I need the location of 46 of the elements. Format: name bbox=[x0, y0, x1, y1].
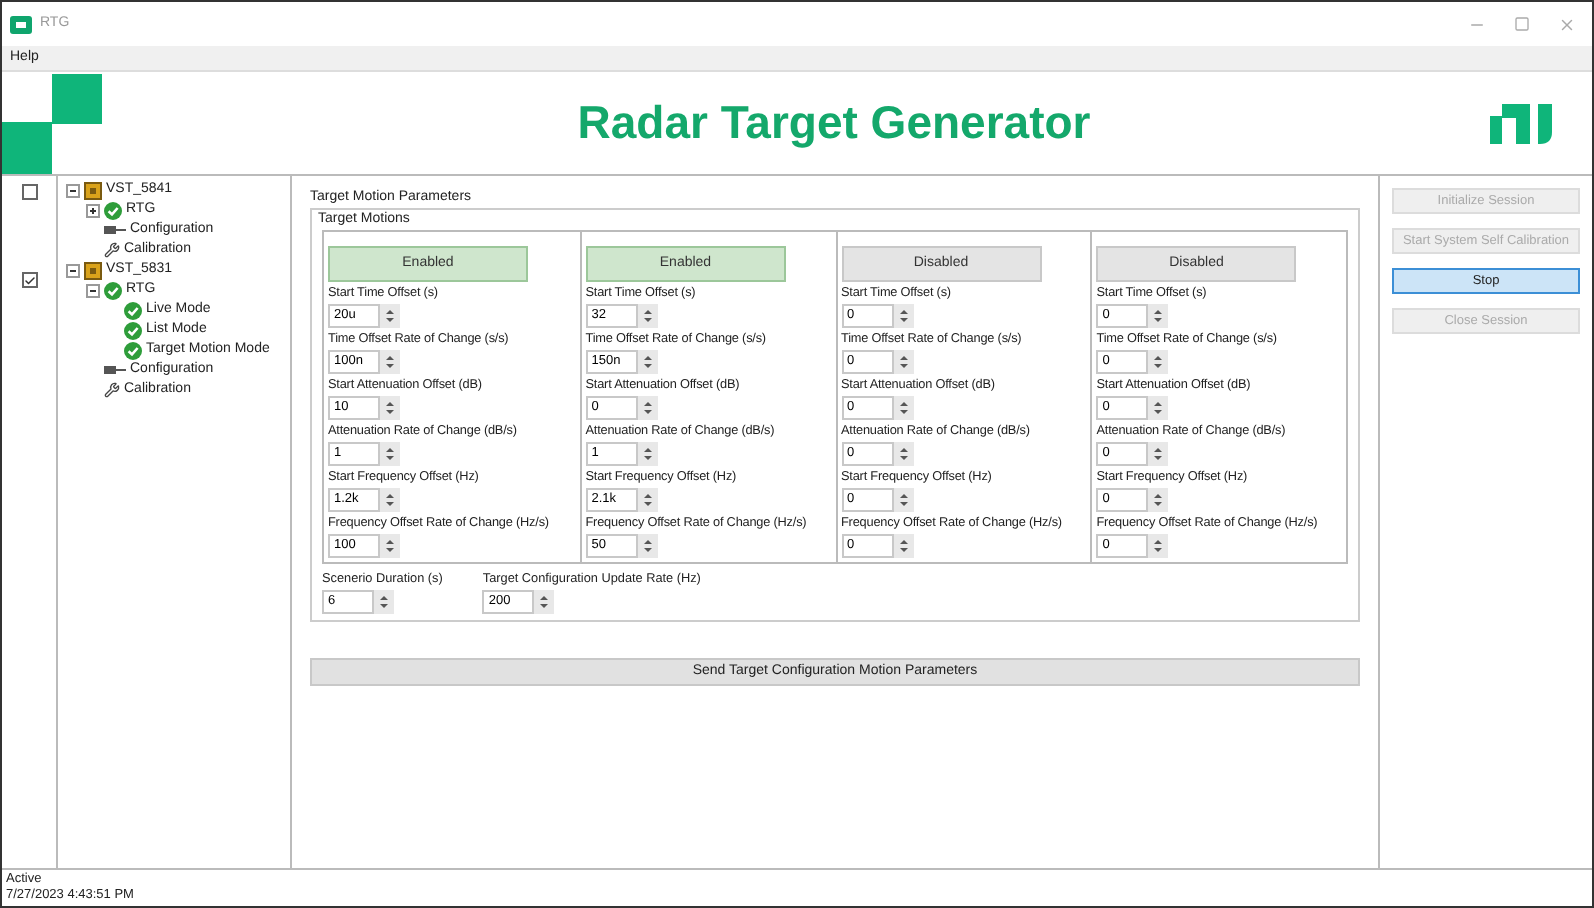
spin-arrows-icon[interactable] bbox=[893, 534, 913, 559]
spin-arrows-icon[interactable] bbox=[380, 442, 400, 467]
check-circle-icon bbox=[124, 301, 142, 319]
checkbox[interactable] bbox=[21, 272, 37, 288]
spin-arrows-icon[interactable] bbox=[637, 442, 658, 467]
spin-arrows-icon[interactable] bbox=[893, 396, 913, 421]
expand-icon[interactable] bbox=[86, 203, 100, 217]
spin-arrows-icon[interactable] bbox=[380, 350, 400, 375]
spin-arrows-icon[interactable] bbox=[893, 488, 913, 513]
spin-arrows-icon[interactable] bbox=[374, 590, 394, 615]
spin-arrows-icon[interactable] bbox=[637, 488, 658, 513]
spin-arrows-icon[interactable] bbox=[893, 442, 913, 467]
spin-arrows-icon[interactable] bbox=[1148, 442, 1169, 467]
spin-arrows-icon[interactable] bbox=[380, 488, 400, 513]
app-icon bbox=[10, 15, 32, 33]
plug-icon bbox=[104, 224, 126, 236]
spin-arrows-icon[interactable] bbox=[1148, 488, 1169, 513]
app-title: Radar Target Generator bbox=[575, 94, 1093, 153]
collapse-icon[interactable] bbox=[66, 183, 80, 197]
spin-arrows-icon[interactable] bbox=[637, 534, 658, 559]
spin-arrows-icon[interactable] bbox=[380, 534, 400, 559]
collapse-icon[interactable] bbox=[86, 283, 100, 297]
wrench-icon bbox=[104, 242, 120, 258]
spin-arrows-icon[interactable] bbox=[893, 304, 913, 329]
checkbox[interactable] bbox=[21, 184, 37, 200]
collapse-icon[interactable] bbox=[66, 263, 80, 277]
device-icon bbox=[84, 261, 102, 279]
check-circle-icon bbox=[124, 321, 142, 339]
check-circle-icon bbox=[104, 281, 122, 299]
spin-arrows-icon[interactable] bbox=[637, 396, 658, 421]
check-circle-icon bbox=[104, 201, 122, 219]
spin-arrows-icon[interactable] bbox=[637, 350, 658, 375]
check-circle-icon bbox=[124, 341, 142, 359]
wrench-icon bbox=[104, 382, 120, 398]
spin-arrows-icon[interactable] bbox=[1148, 350, 1169, 375]
spin-arrows-icon[interactable] bbox=[380, 304, 400, 329]
ni-logo-icon bbox=[1490, 103, 1556, 143]
spin-arrows-icon[interactable] bbox=[1148, 534, 1169, 559]
spin-arrows-icon[interactable] bbox=[1148, 396, 1169, 421]
spin-arrows-icon[interactable] bbox=[893, 350, 913, 375]
spin-arrows-icon[interactable] bbox=[534, 590, 555, 615]
spin-arrows-icon[interactable] bbox=[1148, 304, 1169, 329]
plug-icon bbox=[104, 364, 126, 376]
spin-arrows-icon[interactable] bbox=[637, 304, 658, 329]
device-icon bbox=[84, 181, 102, 199]
spin-arrows-icon[interactable] bbox=[380, 396, 400, 421]
